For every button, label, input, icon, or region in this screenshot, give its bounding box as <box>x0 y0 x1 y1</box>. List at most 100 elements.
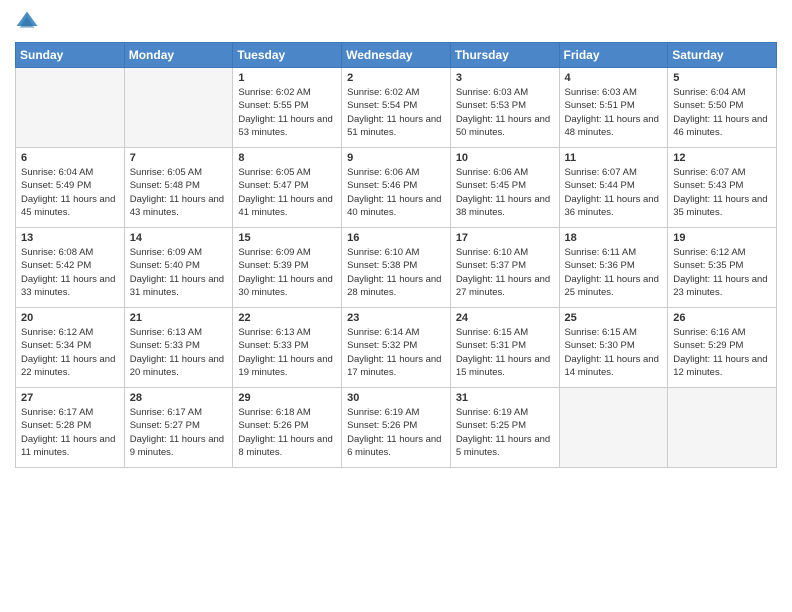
week-row-3: 13Sunrise: 6:08 AMSunset: 5:42 PMDayligh… <box>16 228 777 308</box>
weekday-header-monday: Monday <box>124 43 233 68</box>
day-info: Sunrise: 6:16 AMSunset: 5:29 PMDaylight:… <box>673 326 771 379</box>
day-number: 7 <box>130 152 228 164</box>
day-info: Sunrise: 6:02 AMSunset: 5:54 PMDaylight:… <box>347 86 445 139</box>
calendar-cell: 30 Sunrise: 6:19 AMSunset: 5:26 PMDayligh… <box>342 388 451 468</box>
day-number: 5 <box>673 72 771 84</box>
day-info: Sunrise: 6:14 AMSunset: 5:32 PMDaylight:… <box>347 326 445 379</box>
week-row-4: 20 Sunrise: 6:12 AMSunset: 5:34 PMDayligh… <box>16 308 777 388</box>
week-row-2: 6 Sunrise: 6:04 AMSunset: 5:49 PMDaylight… <box>16 148 777 228</box>
day-info: Sunrise: 6:03 AMSunset: 5:53 PMDaylight:… <box>456 86 554 139</box>
day-number: 12 <box>673 152 771 164</box>
logo <box>15 10 43 34</box>
day-info: Sunrise: 6:05 AMSunset: 5:47 PMDaylight:… <box>238 166 336 219</box>
day-number: 27 <box>21 392 119 404</box>
day-info: Sunrise: 6:17 AMSunset: 5:27 PMDaylight:… <box>130 406 228 459</box>
day-info: Sunrise: 6:06 AMSunset: 5:45 PMDaylight:… <box>456 166 554 219</box>
calendar-cell: 2 Sunrise: 6:02 AMSunset: 5:54 PMDaylight… <box>342 68 451 148</box>
calendar-cell: 18 Sunrise: 6:11 AMSunset: 5:36 PMDayligh… <box>559 228 668 308</box>
calendar-cell: 3 Sunrise: 6:03 AMSunset: 5:53 PMDaylight… <box>450 68 559 148</box>
day-number: 21 <box>130 312 228 324</box>
calendar-cell: 27 Sunrise: 6:17 AMSunset: 5:28 PMDayligh… <box>16 388 125 468</box>
calendar-cell: 10 Sunrise: 6:06 AMSunset: 5:45 PMDayligh… <box>450 148 559 228</box>
calendar-cell: 22 Sunrise: 6:13 AMSunset: 5:33 PMDayligh… <box>233 308 342 388</box>
day-number: 29 <box>238 392 336 404</box>
calendar-cell: 15Sunrise: 6:09 AMSunset: 5:39 PMDayligh… <box>233 228 342 308</box>
day-info: Sunrise: 6:08 AMSunset: 5:42 PMDaylight:… <box>21 246 119 299</box>
day-info: Sunrise: 6:13 AMSunset: 5:33 PMDaylight:… <box>238 326 336 379</box>
calendar-cell: 14 Sunrise: 6:09 AMSunset: 5:40 PMDayligh… <box>124 228 233 308</box>
day-info: Sunrise: 6:06 AMSunset: 5:46 PMDaylight:… <box>347 166 445 219</box>
calendar-cell: 9Sunrise: 6:06 AMSunset: 5:46 PMDaylight… <box>342 148 451 228</box>
day-number: 2 <box>347 72 445 84</box>
day-info: Sunrise: 6:15 AMSunset: 5:31 PMDaylight:… <box>456 326 554 379</box>
calendar-cell: 7Sunrise: 6:05 AMSunset: 5:48 PMDaylight… <box>124 148 233 228</box>
generalblue-logo-icon <box>15 10 39 34</box>
day-info: Sunrise: 6:17 AMSunset: 5:28 PMDaylight:… <box>21 406 119 459</box>
calendar-cell: 24 Sunrise: 6:15 AMSunset: 5:31 PMDayligh… <box>450 308 559 388</box>
calendar-cell: 5 Sunrise: 6:04 AMSunset: 5:50 PMDaylight… <box>668 68 777 148</box>
calendar-cell: 23 Sunrise: 6:14 AMSunset: 5:32 PMDayligh… <box>342 308 451 388</box>
calendar-cell <box>124 68 233 148</box>
calendar-cell: 13Sunrise: 6:08 AMSunset: 5:42 PMDayligh… <box>16 228 125 308</box>
day-number: 14 <box>130 232 228 244</box>
day-info: Sunrise: 6:02 AMSunset: 5:55 PMDaylight:… <box>238 86 336 139</box>
day-number: 20 <box>21 312 119 324</box>
day-number: 17 <box>456 232 554 244</box>
day-number: 16 <box>347 232 445 244</box>
weekday-header-sunday: Sunday <box>16 43 125 68</box>
day-info: Sunrise: 6:12 AMSunset: 5:34 PMDaylight:… <box>21 326 119 379</box>
day-number: 10 <box>456 152 554 164</box>
calendar-cell <box>559 388 668 468</box>
day-number: 22 <box>238 312 336 324</box>
day-info: Sunrise: 6:04 AMSunset: 5:49 PMDaylight:… <box>21 166 119 219</box>
calendar-cell: 31Sunrise: 6:19 AMSunset: 5:25 PMDayligh… <box>450 388 559 468</box>
calendar-cell: 19 Sunrise: 6:12 AMSunset: 5:35 PMDayligh… <box>668 228 777 308</box>
calendar-cell: 29 Sunrise: 6:18 AMSunset: 5:26 PMDayligh… <box>233 388 342 468</box>
day-number: 11 <box>565 152 663 164</box>
calendar-cell: 16 Sunrise: 6:10 AMSunset: 5:38 PMDayligh… <box>342 228 451 308</box>
day-number: 6 <box>21 152 119 164</box>
calendar-cell: 21 Sunrise: 6:13 AMSunset: 5:33 PMDayligh… <box>124 308 233 388</box>
calendar-cell: 26Sunrise: 6:16 AMSunset: 5:29 PMDayligh… <box>668 308 777 388</box>
day-info: Sunrise: 6:12 AMSunset: 5:35 PMDaylight:… <box>673 246 771 299</box>
page-header <box>15 10 777 34</box>
day-number: 19 <box>673 232 771 244</box>
calendar-cell <box>668 388 777 468</box>
weekday-header-saturday: Saturday <box>668 43 777 68</box>
day-info: Sunrise: 6:04 AMSunset: 5:50 PMDaylight:… <box>673 86 771 139</box>
day-info: Sunrise: 6:18 AMSunset: 5:26 PMDaylight:… <box>238 406 336 459</box>
day-info: Sunrise: 6:13 AMSunset: 5:33 PMDaylight:… <box>130 326 228 379</box>
day-number: 4 <box>565 72 663 84</box>
day-number: 15 <box>238 232 336 244</box>
day-number: 24 <box>456 312 554 324</box>
day-number: 30 <box>347 392 445 404</box>
day-number: 18 <box>565 232 663 244</box>
weekday-header-tuesday: Tuesday <box>233 43 342 68</box>
day-info: Sunrise: 6:19 AMSunset: 5:26 PMDaylight:… <box>347 406 445 459</box>
day-number: 25 <box>565 312 663 324</box>
calendar-cell: 20 Sunrise: 6:12 AMSunset: 5:34 PMDayligh… <box>16 308 125 388</box>
weekday-header-thursday: Thursday <box>450 43 559 68</box>
day-info: Sunrise: 6:07 AMSunset: 5:44 PMDaylight:… <box>565 166 663 219</box>
calendar-cell <box>16 68 125 148</box>
calendar-cell: 6 Sunrise: 6:04 AMSunset: 5:49 PMDaylight… <box>16 148 125 228</box>
calendar-cell: 11 Sunrise: 6:07 AMSunset: 5:44 PMDayligh… <box>559 148 668 228</box>
calendar-cell: 4 Sunrise: 6:03 AMSunset: 5:51 PMDaylight… <box>559 68 668 148</box>
calendar-cell: 28Sunrise: 6:17 AMSunset: 5:27 PMDayligh… <box>124 388 233 468</box>
day-info: Sunrise: 6:19 AMSunset: 5:25 PMDaylight:… <box>456 406 554 459</box>
day-info: Sunrise: 6:10 AMSunset: 5:37 PMDaylight:… <box>456 246 554 299</box>
calendar-header-row: SundayMondayTuesdayWednesdayThursdayFrid… <box>16 43 777 68</box>
calendar-cell: 25Sunrise: 6:15 AMSunset: 5:30 PMDayligh… <box>559 308 668 388</box>
calendar-cell: 8Sunrise: 6:05 AMSunset: 5:47 PMDaylight… <box>233 148 342 228</box>
day-info: Sunrise: 6:07 AMSunset: 5:43 PMDaylight:… <box>673 166 771 219</box>
weekday-header-friday: Friday <box>559 43 668 68</box>
day-info: Sunrise: 6:09 AMSunset: 5:40 PMDaylight:… <box>130 246 228 299</box>
day-number: 23 <box>347 312 445 324</box>
day-info: Sunrise: 6:03 AMSunset: 5:51 PMDaylight:… <box>565 86 663 139</box>
calendar-table: SundayMondayTuesdayWednesdayThursdayFrid… <box>15 42 777 468</box>
day-info: Sunrise: 6:11 AMSunset: 5:36 PMDaylight:… <box>565 246 663 299</box>
day-info: Sunrise: 6:10 AMSunset: 5:38 PMDaylight:… <box>347 246 445 299</box>
day-number: 3 <box>456 72 554 84</box>
calendar-cell: 1Sunrise: 6:02 AMSunset: 5:55 PMDaylight… <box>233 68 342 148</box>
weekday-header-wednesday: Wednesday <box>342 43 451 68</box>
